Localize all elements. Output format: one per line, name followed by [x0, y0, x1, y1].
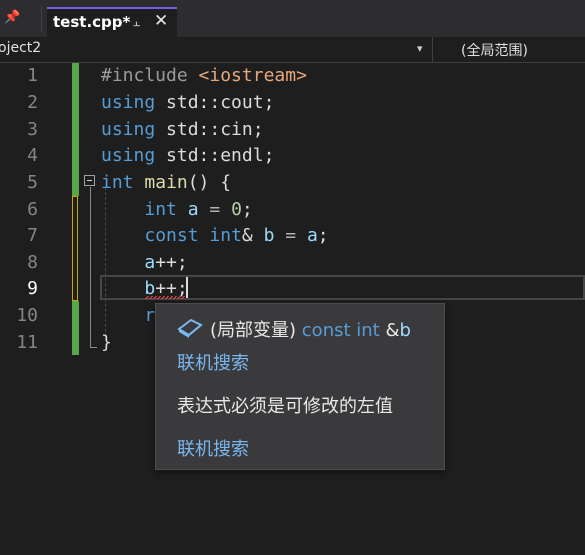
- preprocessor-directive: #include: [101, 65, 188, 86]
- keyword: int: [144, 199, 177, 220]
- line-number: 10: [16, 305, 38, 326]
- variable: b: [263, 225, 275, 246]
- tab-strip: 📌 test.cpp* ⫠ ✕: [0, 0, 585, 37]
- code-line: using std::endl;: [101, 145, 274, 166]
- keyword: int: [101, 172, 134, 193]
- code-line: int a = 0;: [101, 199, 253, 220]
- code-text: std::cin;: [166, 119, 264, 140]
- line-number: 1: [27, 65, 38, 86]
- error-squiggle: [145, 296, 185, 299]
- reference-operator: &: [385, 320, 400, 341]
- keyword: int: [209, 225, 242, 246]
- operator: =: [198, 199, 232, 220]
- keyword: using: [101, 145, 156, 166]
- function-name: main: [144, 172, 188, 193]
- search-online-link[interactable]: 联机搜索: [177, 349, 249, 375]
- include-header: <iostream>: [198, 65, 307, 86]
- line-number: 11: [16, 332, 38, 353]
- code-line: using std::cin;: [101, 119, 264, 140]
- nav-divider: [432, 37, 433, 62]
- tab-title: test.cpp*: [53, 13, 131, 31]
- search-online-link-error[interactable]: 联机搜索: [177, 435, 249, 461]
- code-text: }: [101, 332, 112, 353]
- change-indicator-unsaved: [72, 196, 78, 301]
- keyword: const: [144, 225, 199, 246]
- variable-icon: [177, 318, 203, 338]
- number-literal: 0: [231, 199, 242, 220]
- variable: a: [306, 225, 318, 246]
- chevron-down-icon[interactable]: ▾: [417, 42, 423, 55]
- tab-close-icon[interactable]: ✕: [154, 11, 168, 31]
- scope-dropdown[interactable]: (全局范围): [461, 40, 528, 60]
- operator: &: [241, 225, 253, 246]
- code-line: }: [101, 332, 112, 353]
- outline-end: [90, 347, 97, 348]
- quickinfo-popup: (局部变量) const int &b 联机搜索 表达式必须是可修改的左值 联机…: [155, 303, 445, 470]
- tab-divider: [41, 6, 42, 32]
- code-line: #include <iostream>: [101, 65, 307, 86]
- operator: =: [274, 225, 307, 246]
- navigation-bar: oject2 ▾ (全局范围): [0, 37, 585, 63]
- code-text: std::endl;: [166, 145, 275, 166]
- line-number: 6: [27, 199, 38, 220]
- line-number: 7: [27, 225, 38, 246]
- text-caret: [186, 277, 188, 298]
- line-number-current: 9: [27, 278, 38, 299]
- keyword: using: [101, 92, 156, 113]
- code-line: const int& b = a;: [101, 225, 329, 246]
- tab-test-cpp[interactable]: test.cpp* ⫠ ✕: [47, 7, 177, 37]
- pin-icon[interactable]: 📌: [4, 10, 20, 25]
- line-number: 2: [27, 92, 38, 113]
- line-number: 8: [27, 252, 38, 273]
- code-text: ;: [317, 225, 329, 246]
- variable: a: [144, 252, 156, 273]
- error-message: 表达式必须是可修改的左值: [177, 396, 393, 417]
- code-line: int main() {: [101, 172, 231, 193]
- code-line: using std::cout;: [101, 92, 274, 113]
- keyword: using: [101, 119, 156, 140]
- code-text: std::cout;: [166, 92, 275, 113]
- tab-pin-icon[interactable]: ⫠: [133, 15, 140, 30]
- code-text: () {: [187, 172, 232, 193]
- change-indicator-saved: [72, 63, 79, 196]
- keyword: r: [144, 305, 156, 326]
- variable: a: [187, 199, 199, 220]
- line-number: 3: [27, 119, 38, 140]
- line-number: 5: [27, 172, 38, 193]
- code-line: a++;: [101, 252, 188, 273]
- line-number: 4: [27, 145, 38, 166]
- type-label: const int: [301, 320, 380, 341]
- outline-guide: [90, 187, 91, 347]
- change-indicator-saved: [72, 301, 79, 355]
- quickinfo-signature: (局部变量) const int &b: [210, 316, 411, 342]
- variable-name: b: [399, 320, 411, 341]
- code-text: ;: [241, 199, 253, 220]
- code-text: ++;: [155, 252, 188, 273]
- code-line: r: [101, 305, 155, 326]
- collapse-icon[interactable]: [84, 175, 95, 186]
- scope-label: (局部变量): [210, 320, 297, 341]
- project-dropdown[interactable]: oject2: [0, 40, 41, 56]
